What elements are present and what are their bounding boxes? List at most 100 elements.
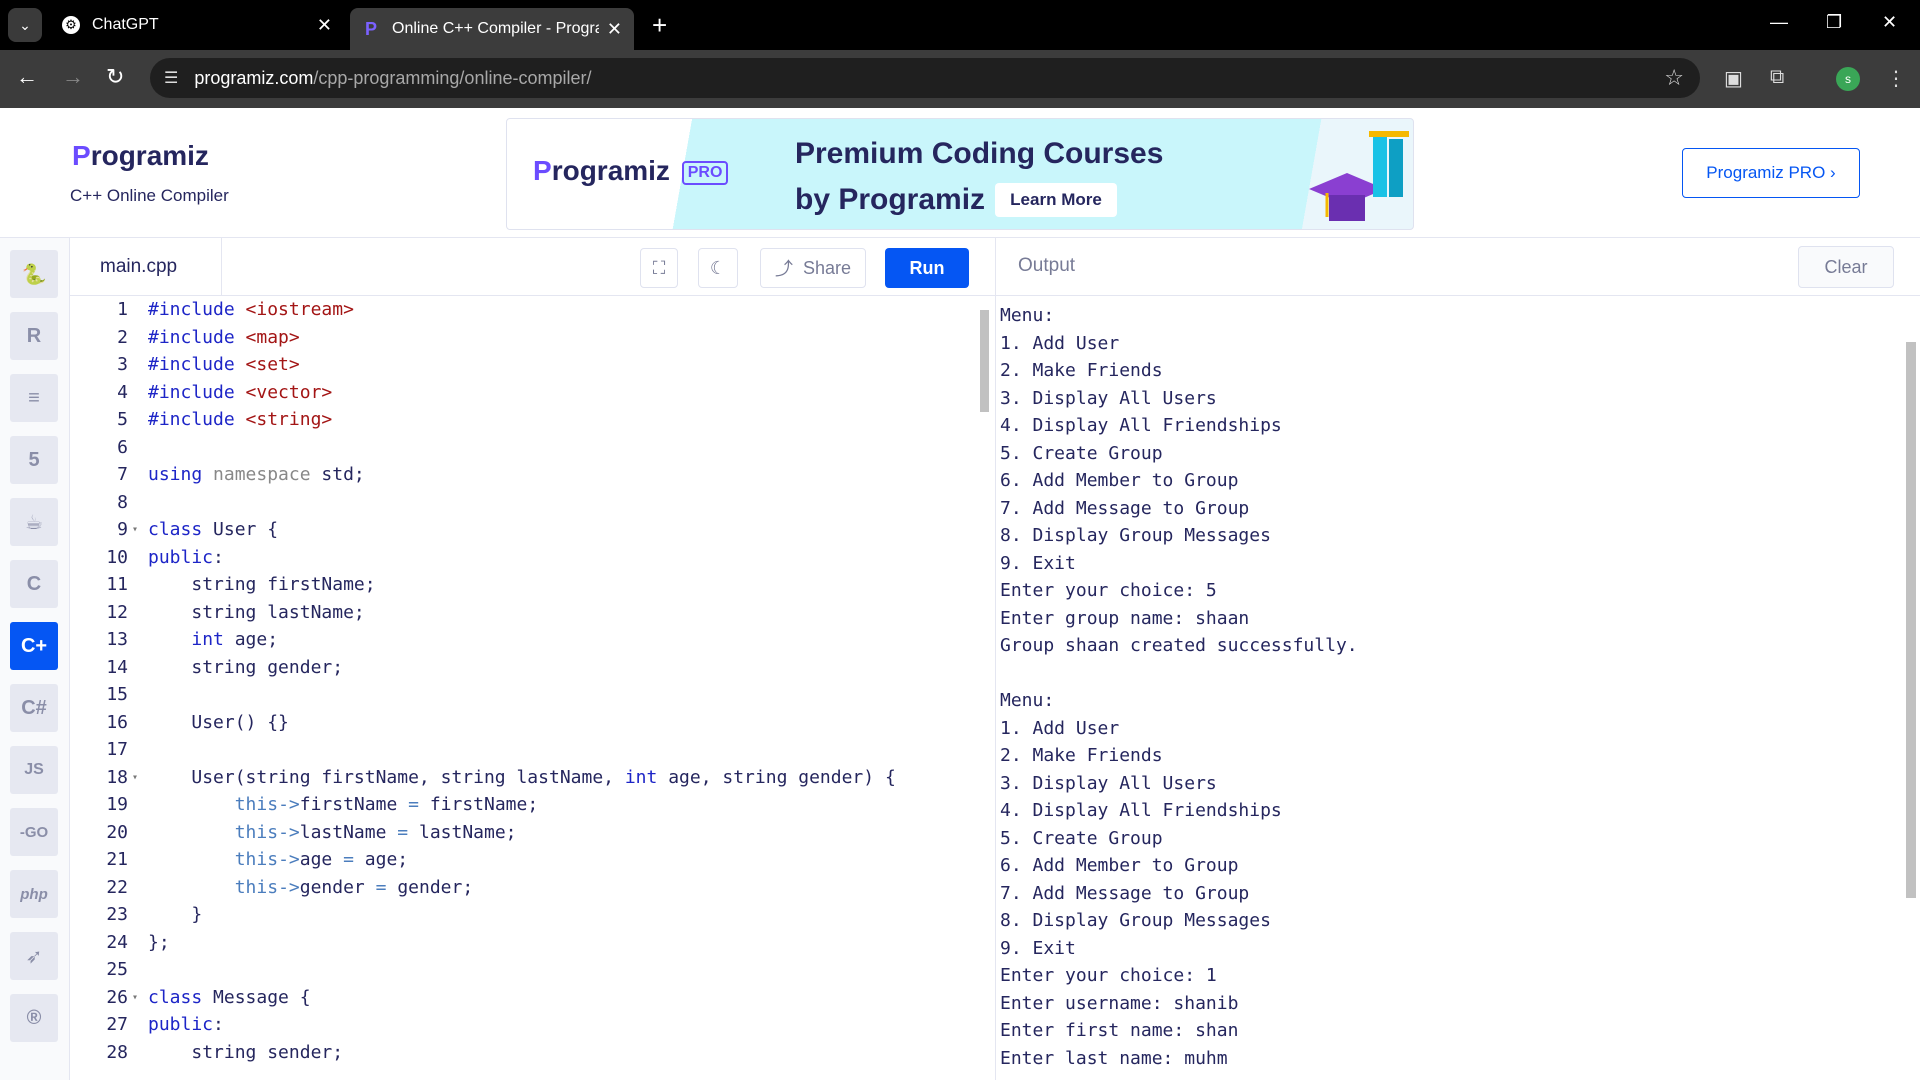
code-line: 7 using namespace std;: [117, 464, 365, 485]
url-path: /cpp-programming/online-compiler/: [313, 67, 592, 88]
code-line: 14 string gender;: [106, 656, 344, 678]
programiz-logo[interactable]: Programiz: [72, 140, 209, 172]
fold-toggle-icon[interactable]: ▾: [132, 984, 138, 1012]
output-line: 7. Add Message to Group: [1000, 882, 1250, 904]
output-line: Group shaan created successfully.: [1000, 635, 1358, 656]
output-line: 6. Add Member to Group: [1000, 855, 1239, 876]
output-line: Enter group name: shaan: [1000, 607, 1250, 629]
code-line: 1 #include <iostream>: [117, 299, 354, 320]
code-line: 25: [106, 959, 128, 980]
python-icon[interactable]: 🐍: [10, 250, 58, 298]
code-line: 27 public:: [106, 1014, 224, 1035]
tab-title: ChatGPT: [92, 16, 159, 33]
output-line: Enter last name: muhm: [1000, 1047, 1228, 1069]
html-icon[interactable]: 5: [10, 436, 58, 484]
sql-icon[interactable]: ≡: [10, 374, 58, 422]
menu-kebab-icon[interactable]: ⋮: [1886, 66, 1906, 91]
reload-icon[interactable]: ↻: [106, 64, 124, 90]
output-line: 5. Create Group: [1000, 442, 1163, 464]
r-icon[interactable]: R: [10, 312, 58, 360]
output-line: 3. Display All Users: [1000, 772, 1217, 794]
code-line: 4 #include <vector>: [117, 381, 333, 403]
code-line: 20 this->lastName = lastName;: [106, 821, 517, 843]
output-line: Enter your choice: 5: [1000, 580, 1217, 601]
dark-mode-icon[interactable]: ☾: [698, 248, 738, 288]
profile-avatar[interactable]: s: [1836, 67, 1860, 91]
code-line: 11 string firstName;: [106, 574, 376, 595]
code-line: 21 this->age = age;: [106, 849, 409, 870]
code-line: 3 #include <set>: [117, 354, 300, 375]
output-line: 2. Make Friends: [1000, 360, 1163, 381]
output-scrollbar[interactable]: [1906, 342, 1916, 898]
restore-icon[interactable]: ❐: [1826, 12, 1842, 33]
output-toolbar: Output Clear: [996, 238, 1920, 296]
php-icon[interactable]: php: [10, 870, 58, 918]
output-line: Menu:: [1000, 690, 1055, 711]
csharp-icon[interactable]: C#: [10, 684, 58, 732]
code-line: 19 this->firstName = firstName;: [106, 794, 539, 815]
close-icon[interactable]: ✕: [317, 15, 332, 36]
books-icon: [1369, 131, 1409, 197]
run-button[interactable]: Run: [885, 248, 969, 288]
close-icon[interactable]: ✕: [607, 19, 622, 40]
programiz-icon: P: [364, 18, 377, 39]
window-close-icon[interactable]: ✕: [1882, 12, 1897, 33]
code-line: 28 string sender;: [106, 1041, 344, 1063]
output-console[interactable]: Menu: 1. Add User 2. Make Friends 3. Displa…: [1000, 302, 1900, 1080]
output-line: 9. Exit: [1000, 552, 1076, 574]
tab-search-button[interactable]: ⌄: [8, 8, 42, 42]
share-label: Share: [802, 257, 852, 278]
promo-banner[interactable]: Programiz PRO Premium Coding Courses by …: [506, 118, 1414, 230]
extensions-icon[interactable]: ⧉: [1770, 66, 1784, 89]
output-line: 8. Display Group Messages: [1000, 525, 1271, 546]
fullscreen-icon[interactable]: ⛶: [640, 248, 678, 288]
output-line: 6. Add Member to Group: [1000, 470, 1239, 491]
tab-title: Online C++ Compiler - Program: [392, 20, 599, 37]
pane-divider[interactable]: [995, 238, 996, 1080]
cpp-icon[interactable]: C+: [10, 622, 58, 670]
output-line: 7. Add Message to Group: [1000, 497, 1250, 519]
output-line: 9. Exit: [1000, 937, 1076, 959]
banner-subheadline: by Programiz: [795, 183, 986, 216]
output-line: 1. Add User: [1000, 717, 1120, 739]
bookmark-star-icon[interactable]: ☆: [1664, 65, 1684, 91]
tab-programiz[interactable]: P Online C++ Compiler - Program ✕: [350, 8, 634, 50]
code-line: 23 }: [106, 904, 203, 925]
minimize-icon[interactable]: —: [1770, 12, 1788, 33]
go-icon[interactable]: -GO: [10, 808, 58, 856]
learn-more-button[interactable]: Learn More: [995, 183, 1117, 217]
editor-toolbar: main.cpp ⛶ ☾ ⤴ Share Run: [70, 238, 995, 296]
js-icon[interactable]: JS: [10, 746, 58, 794]
chatgpt-icon: ⚙: [62, 16, 80, 34]
rust-icon[interactable]: ®: [10, 994, 58, 1042]
output-line: 4. Display All Friendships: [1000, 800, 1282, 821]
c-icon[interactable]: C: [10, 560, 58, 608]
code-line: 26 ▾ class Message {: [70, 984, 970, 1012]
new-tab-button[interactable]: +: [652, 10, 667, 41]
code-line: 2 #include <map>: [117, 326, 300, 348]
tab-chatgpt[interactable]: ⚙ ChatGPT ✕: [50, 8, 344, 42]
code-line: 18 ▾ User(string firstName, string lastNa…: [70, 764, 970, 792]
fold-toggle-icon[interactable]: ▾: [132, 516, 138, 544]
fold-toggle-icon[interactable]: ▾: [132, 764, 138, 792]
page-subtitle: C++ Online Compiler: [70, 186, 229, 205]
share-icon: ⤴: [774, 259, 793, 279]
tab-groups-icon[interactable]: ▣: [1724, 66, 1743, 91]
swift-icon[interactable]: ➶: [10, 932, 58, 980]
forward-icon[interactable]: →: [62, 64, 84, 90]
java-icon[interactable]: ☕: [10, 498, 58, 546]
back-icon[interactable]: ←: [16, 64, 38, 90]
programiz-pro-button[interactable]: Programiz PRO ›: [1682, 148, 1860, 198]
banner-logo: Programiz PRO: [533, 155, 729, 187]
clear-button[interactable]: Clear: [1798, 246, 1894, 288]
code-line: 10 public:: [106, 546, 224, 568]
share-button[interactable]: ⤴ Share: [760, 248, 866, 288]
code-line: 8: [117, 491, 128, 513]
code-line: 24};: [106, 931, 170, 953]
address-bar[interactable]: ☰ programiz.com/cpp-programming/online-c…: [150, 58, 1700, 98]
site-info-icon[interactable]: ☰: [164, 68, 178, 88]
editor-scrollbar[interactable]: [980, 310, 989, 412]
code-editor[interactable]: 1 #include <iostream> 2 #include <map> 3 #i…: [70, 296, 995, 1080]
file-tab-main[interactable]: main.cpp: [70, 238, 222, 296]
output-line: 2. Make Friends: [1000, 745, 1163, 766]
